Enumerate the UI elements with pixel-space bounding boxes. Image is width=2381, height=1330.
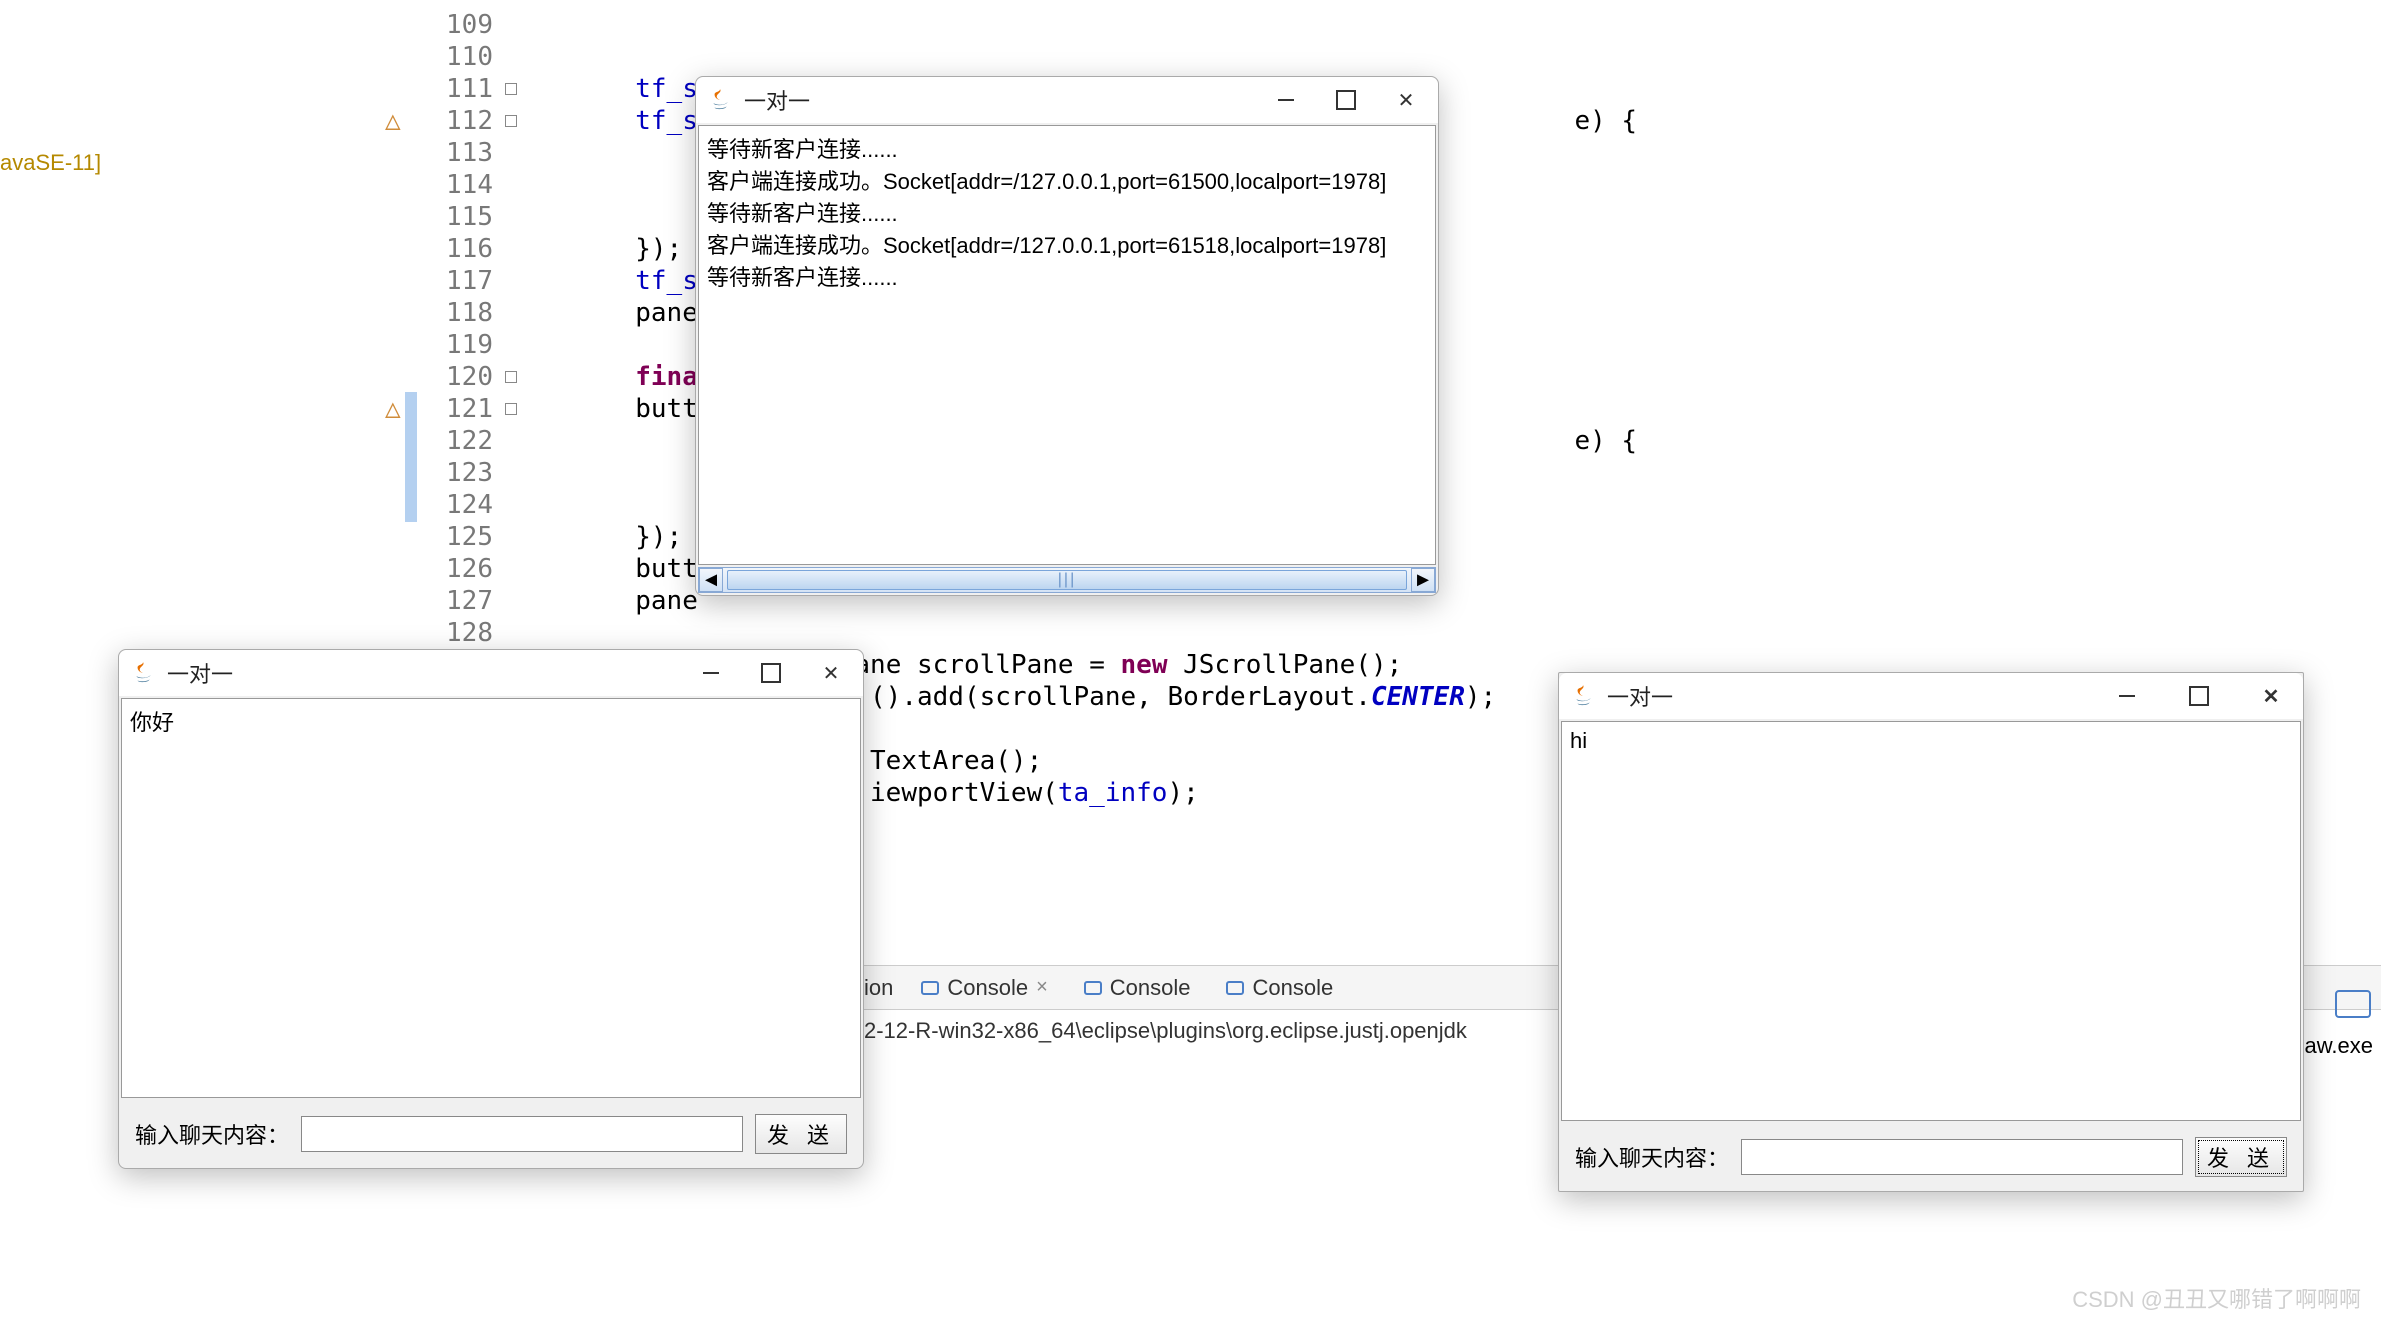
scrollbar-thumb[interactable]: ||| bbox=[727, 570, 1407, 590]
code-line bbox=[510, 138, 526, 168]
scroll-right-arrow[interactable]: ► bbox=[1411, 568, 1435, 592]
line-number: 123 bbox=[405, 457, 503, 489]
chat-message: hi bbox=[1570, 728, 1587, 753]
code-line: }); bbox=[510, 522, 682, 552]
send-button[interactable]: 发 送 bbox=[755, 1114, 847, 1154]
line-number: 116 bbox=[405, 233, 503, 265]
code-line: }); bbox=[510, 234, 682, 264]
console-tab[interactable]: Console bbox=[1218, 975, 1341, 1001]
close-button[interactable] bbox=[2257, 682, 2285, 710]
console-icon bbox=[1084, 981, 1102, 995]
minimize-button[interactable] bbox=[1272, 86, 1300, 114]
code-line bbox=[510, 490, 526, 520]
line-number: 126 bbox=[405, 553, 503, 585]
code-line: butt bbox=[510, 554, 698, 584]
line-number-gutter: 109 110 111 △112 113 114 115 116 117 118… bbox=[405, 9, 503, 649]
code-line bbox=[510, 330, 526, 360]
console-tab[interactable]: Console bbox=[1076, 975, 1199, 1001]
line-number: 109 bbox=[405, 9, 503, 41]
close-button[interactable] bbox=[817, 659, 845, 687]
send-button[interactable]: 发 送 bbox=[2195, 1137, 2287, 1177]
scroll-left-arrow[interactable]: ◄ bbox=[699, 568, 723, 592]
line-number: 114 bbox=[405, 169, 503, 201]
close-button[interactable] bbox=[1392, 86, 1420, 114]
code-line: butt bbox=[510, 394, 698, 424]
console-icon[interactable] bbox=[2335, 990, 2371, 1018]
line-number: 115 bbox=[405, 201, 503, 233]
line-number: △112 bbox=[405, 105, 503, 137]
code-line bbox=[510, 202, 526, 232]
titlebar[interactable]: 一对一 bbox=[1559, 673, 2303, 719]
window-title: 一对一 bbox=[1607, 680, 2113, 712]
line-number: 122 bbox=[405, 425, 503, 457]
line-number: 125 bbox=[405, 521, 503, 553]
java-icon bbox=[706, 86, 734, 114]
console-icon bbox=[1226, 981, 1244, 995]
log-line: 客户端连接成功。Socket[addr=/127.0.0.1,port=6151… bbox=[707, 228, 1427, 260]
warning-icon: △ bbox=[385, 393, 401, 425]
console-process-path-fragment: aw.exe bbox=[2305, 1033, 2374, 1059]
log-line: 等待新客户连接...... bbox=[707, 132, 1427, 164]
server-log-textarea[interactable]: 等待新客户连接...... 客户端连接成功。Socket[addr=/127.0… bbox=[698, 125, 1436, 565]
line-number: 113 bbox=[405, 137, 503, 169]
code-line: pane bbox=[510, 586, 698, 616]
window-title: 一对一 bbox=[167, 657, 697, 689]
maximize-button[interactable] bbox=[757, 659, 785, 687]
maximize-button[interactable] bbox=[2185, 682, 2213, 710]
console-icon bbox=[921, 981, 939, 995]
code-line: tf_s bbox=[510, 266, 698, 296]
log-line: 等待新客户连接...... bbox=[707, 260, 1427, 292]
client1-window[interactable]: 一对一 你好 输入聊天内容： 发 送 bbox=[118, 649, 864, 1169]
chat-input[interactable] bbox=[1741, 1139, 2183, 1175]
watermark: CSDN @丑丑又哪错了啊啊啊 bbox=[2072, 1282, 2361, 1314]
line-number: 119 bbox=[405, 329, 503, 361]
line-number: 128 bbox=[405, 617, 503, 649]
code-line: final bbox=[510, 362, 714, 392]
line-number: △121 bbox=[405, 393, 503, 425]
minimize-button[interactable] bbox=[697, 659, 725, 687]
code-line bbox=[510, 618, 526, 648]
titlebar[interactable]: 一对一 bbox=[696, 77, 1438, 123]
close-icon[interactable]: × bbox=[1036, 976, 1048, 999]
server-window[interactable]: 一对一 等待新客户连接...... 客户端连接成功。Socket[addr=/1… bbox=[695, 76, 1439, 596]
minimize-button[interactable] bbox=[2113, 682, 2141, 710]
chat-input[interactable] bbox=[301, 1116, 743, 1152]
code-line: pane bbox=[510, 298, 698, 328]
line-number: 120 bbox=[405, 361, 503, 393]
console-tab[interactable]: Console× bbox=[913, 975, 1055, 1001]
warning-icon: △ bbox=[385, 105, 401, 137]
line-number: 117 bbox=[405, 265, 503, 297]
maximize-button[interactable] bbox=[1332, 86, 1360, 114]
chat-textarea[interactable]: hi bbox=[1561, 721, 2301, 1121]
input-label: 输入聊天内容： bbox=[1575, 1141, 1729, 1173]
input-label: 输入聊天内容： bbox=[135, 1118, 289, 1150]
horizontal-scrollbar[interactable]: ◄ ||| ► bbox=[698, 567, 1436, 593]
titlebar[interactable]: 一对一 bbox=[119, 650, 863, 696]
chat-textarea[interactable]: 你好 bbox=[121, 698, 861, 1098]
chat-message: 你好 bbox=[130, 710, 174, 735]
code-line bbox=[510, 42, 526, 72]
java-icon bbox=[1569, 682, 1597, 710]
input-panel: 输入聊天内容： 发 送 bbox=[1559, 1123, 2303, 1191]
log-line: 等待新客户连接...... bbox=[707, 196, 1427, 228]
code-line bbox=[510, 170, 526, 200]
java-icon bbox=[129, 659, 157, 687]
line-number: 124 bbox=[405, 489, 503, 521]
line-number: 127 bbox=[405, 585, 503, 617]
input-panel: 输入聊天内容： 发 送 bbox=[119, 1100, 863, 1168]
project-tree-fragment: avaSE-11] bbox=[0, 150, 101, 176]
line-number: 110 bbox=[405, 41, 503, 73]
line-number: 111 bbox=[405, 73, 503, 105]
client2-window[interactable]: 一对一 hi 输入聊天内容： 发 送 bbox=[1558, 672, 2304, 1192]
console-tab-fragment: ion bbox=[864, 975, 893, 1001]
log-line: 客户端连接成功。Socket[addr=/127.0.0.1,port=6150… bbox=[707, 164, 1427, 196]
line-number: 118 bbox=[405, 297, 503, 329]
window-title: 一对一 bbox=[744, 84, 1272, 116]
code-line bbox=[510, 458, 526, 488]
